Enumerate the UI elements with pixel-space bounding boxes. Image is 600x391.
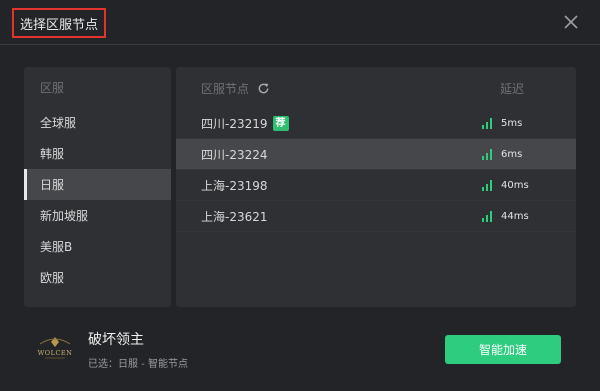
game-logo-text: WOLCEN	[38, 349, 73, 357]
node-header-label: 区服节点	[201, 82, 250, 96]
signal-bars-icon	[482, 148, 492, 160]
region-item-label: 美服B	[40, 240, 73, 254]
recommend-badge: 荐	[272, 115, 289, 131]
latency-value: 6ms	[501, 148, 523, 160]
dialog-titlebar: 选择区服节点	[0, 0, 600, 45]
node-row[interactable]: 四川-23219 荐 5ms	[176, 108, 576, 139]
region-item-korea[interactable]: 韩服	[24, 138, 171, 169]
signal-bars-icon	[482, 210, 492, 222]
node-name: 四川-23219	[201, 116, 268, 131]
node-panel: 区服节点 延迟 四川-23219 荐 5ms 四川-23224 6ms 上海-2…	[176, 67, 576, 307]
region-item-label: 新加坡服	[40, 209, 89, 223]
refresh-icon[interactable]	[257, 82, 270, 95]
node-latency: 6ms	[482, 148, 523, 160]
region-item-us-b[interactable]: 美服B	[24, 231, 171, 262]
latency-value: 5ms	[501, 117, 523, 129]
node-list: 四川-23219 荐 5ms 四川-23224 6ms 上海-23198 40m…	[176, 108, 576, 232]
region-item-label: 欧服	[40, 271, 65, 285]
node-latency: 44ms	[482, 210, 529, 222]
node-name: 四川-23224	[201, 147, 268, 162]
region-item-global[interactable]: 全球服	[24, 107, 171, 138]
region-item-singapore[interactable]: 新加坡服	[24, 200, 171, 231]
region-item-europe[interactable]: 欧服	[24, 262, 171, 293]
region-list: 全球服 韩服 日服 新加坡服 美服B 欧服	[24, 107, 171, 293]
region-item-label: 日服	[40, 178, 65, 192]
node-header: 区服节点	[201, 80, 270, 97]
game-name: 破坏领主	[88, 332, 144, 348]
node-name: 上海-23621	[201, 209, 268, 224]
title-highlight-box: 选择区服节点	[12, 8, 106, 38]
node-latency: 40ms	[482, 179, 529, 191]
signal-bars-icon	[482, 179, 492, 191]
node-row[interactable]: 上海-23621 44ms	[176, 201, 576, 232]
node-latency: 5ms	[482, 117, 523, 129]
latency-value: 44ms	[501, 210, 529, 222]
smart-accelerate-button[interactable]: 智能加速	[445, 335, 561, 364]
game-logo: WOLCEN	[38, 337, 73, 359]
latency-value: 40ms	[501, 179, 529, 191]
dialog-title: 选择区服节点	[19, 17, 98, 33]
region-item-japan[interactable]: 日服	[24, 169, 171, 200]
region-header: 区服	[40, 81, 65, 95]
region-item-label: 韩服	[40, 147, 65, 161]
signal-bars-icon	[482, 117, 492, 129]
latency-header: 延迟	[499, 82, 524, 96]
region-item-label: 全球服	[40, 116, 77, 130]
node-name: 上海-23198	[201, 178, 268, 193]
region-panel: 区服 全球服 韩服 日服 新加坡服 美服B 欧服	[24, 67, 171, 307]
node-row[interactable]: 上海-23198 40ms	[176, 170, 576, 201]
selected-info: 已选：日服 - 智能节点	[88, 359, 188, 370]
close-icon[interactable]	[562, 13, 580, 31]
node-row[interactable]: 四川-23224 6ms	[176, 139, 576, 170]
